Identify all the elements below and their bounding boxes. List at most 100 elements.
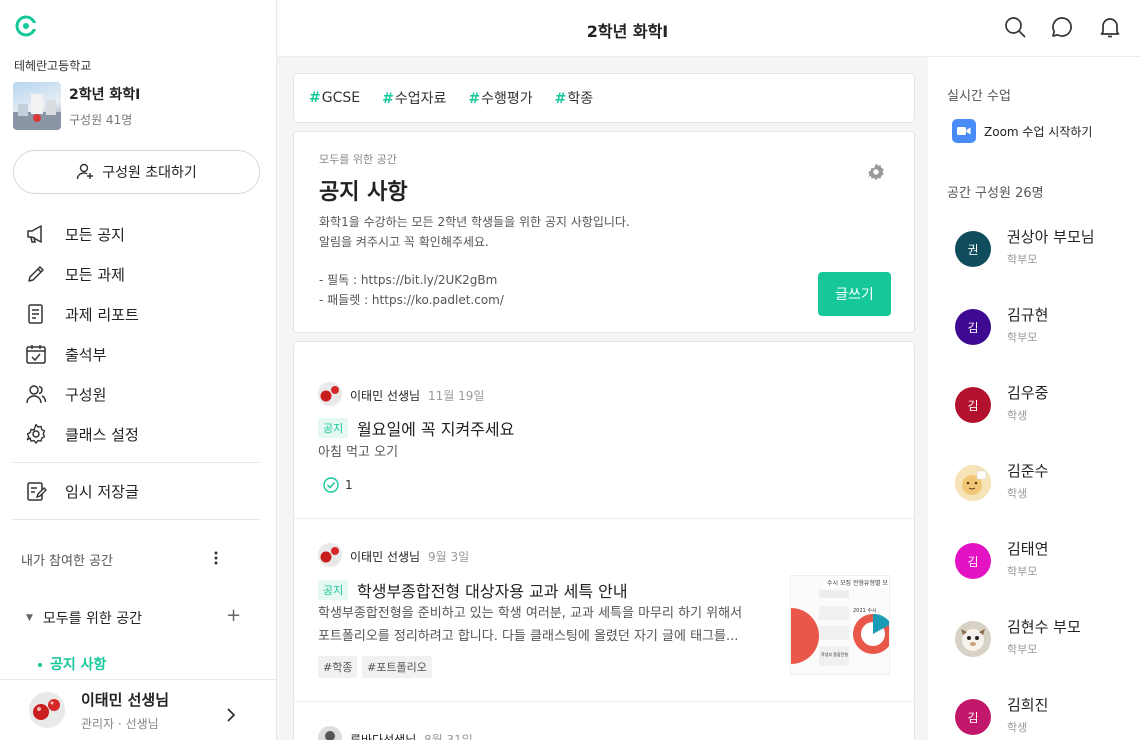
sidebar-menu: 모든 공지 모든 과제 과제 리포트 출석부 구성원 클래스 설정	[0, 214, 276, 454]
post-title[interactable]: 월요일에 꼭 지켜주세요	[357, 416, 514, 440]
post-date: 8월 31일	[424, 733, 473, 740]
member-item[interactable]: 김 김규현 학부모	[955, 306, 1135, 349]
classting-logo-icon[interactable]	[14, 14, 38, 38]
sidebar-item-attendance[interactable]: 출석부	[0, 334, 276, 374]
avatar: 권	[955, 231, 991, 267]
post-author[interactable]: 류바다선생님	[350, 731, 416, 740]
active-dot-icon	[38, 663, 42, 667]
caret-down-icon: ▼	[26, 613, 33, 623]
space-group-label: 모두를 위한 공간	[42, 611, 142, 627]
avatar	[955, 465, 991, 501]
member-role: 학부모	[1007, 643, 1038, 656]
add-space-icon[interactable]: +	[226, 605, 241, 626]
link-bitly[interactable]: - 필독 : https://bit.ly/2UK2gBm	[319, 270, 504, 290]
sidebar-divider	[12, 462, 260, 463]
hashtag-hakjong[interactable]: #학종	[555, 88, 594, 108]
member-item[interactable]: 김현수 부모 학부모	[955, 618, 1135, 661]
notice-badge: 공지	[318, 580, 349, 600]
space-links: - 필독 : https://bit.ly/2UK2gBm - 패들렛 : ht…	[319, 270, 504, 310]
post-author[interactable]: 이태민 선생님	[350, 548, 420, 565]
live-class-title: 실시간 수업	[947, 89, 1011, 104]
avatar: 김	[955, 699, 991, 735]
post-item[interactable]: 이태민 선생님 9월 3일 공지 학생부종합전형 대상자용 교과 세특 안내 학…	[294, 519, 914, 701]
draft-icon	[24, 479, 48, 503]
post-item[interactable]: 류바다선생님 8월 31일	[294, 702, 914, 740]
space-item-label: 공지 사항	[50, 657, 107, 673]
member-item[interactable]: 김 김희진 학생	[955, 696, 1135, 739]
thumb-text: 2021 수시	[853, 608, 877, 614]
pencil-icon	[24, 262, 48, 286]
school-name: 테헤란고등학교	[14, 59, 92, 73]
member-item[interactable]: 김 김태연 학부모	[955, 540, 1135, 583]
sidebar-item-label: 과제 리포트	[65, 305, 139, 324]
avatar	[318, 726, 342, 740]
chat-icon[interactable]	[1050, 15, 1074, 39]
notice-badge: 공지	[318, 418, 349, 438]
member-role: 학생	[1007, 487, 1028, 500]
top-header: 2학년 화학I	[277, 0, 1140, 57]
link-padlet[interactable]: - 패들렛 : https://ko.padlet.com/	[319, 290, 504, 310]
member-name: 김현수 부모	[1007, 618, 1081, 636]
zoom-label: Zoom 수업 시작하기	[984, 124, 1093, 139]
search-icon[interactable]	[1003, 15, 1027, 39]
member-name: 권상아 부모님	[1007, 228, 1095, 246]
main-content: #GCSE #수업자료 #수행평가 #학종 모두를 위한 공간 공지 사항 화학…	[277, 57, 928, 740]
sidebar-item-label: 모든 공지	[65, 225, 125, 244]
space-item-notice[interactable]: 공지 사항	[38, 654, 106, 674]
member-role: 학부모	[1007, 565, 1038, 578]
report-icon	[24, 302, 48, 326]
hashtag-performance-assessment[interactable]: #수행평가	[468, 88, 532, 108]
member-role: 학생	[1007, 721, 1028, 734]
avatar	[318, 382, 342, 406]
hashtag-gcse[interactable]: #GCSE	[309, 90, 360, 106]
sidebar-item-all-notices[interactable]: 모든 공지	[0, 214, 276, 254]
post-hashtag[interactable]: #학종	[318, 656, 358, 678]
post-date: 9월 3일	[428, 550, 470, 564]
member-role: 학부모	[1007, 331, 1038, 344]
post-body: 아침 먹고 오기	[318, 445, 399, 460]
avatar	[955, 621, 991, 657]
space-group-toggle[interactable]: ▼ 모두를 위한 공간 +	[26, 605, 246, 628]
sidebar-item-members[interactable]: 구성원	[0, 374, 276, 414]
hashtag-class-materials[interactable]: #수업자료	[382, 88, 446, 108]
user-profile-bar[interactable]: 이태민 선생님 관리자 · 선생님	[0, 679, 276, 740]
sidebar-item-all-assignments[interactable]: 모든 과제	[0, 254, 276, 294]
sidebar-item-assignment-report[interactable]: 과제 리포트	[0, 294, 276, 334]
read-check[interactable]: 1	[323, 477, 353, 493]
post-date: 11월 19일	[428, 389, 485, 403]
member-name: 김규현	[1007, 306, 1049, 324]
thumb-text: 수시 모집 전형유형별 모	[827, 579, 888, 587]
space-description: 화학1을 수강하는 모든 2학년 학생들을 위한 공지 사항입니다. 알림을 켜…	[319, 215, 630, 249]
class-card[interactable]: 2학년 화학I 구성원 41명	[13, 82, 140, 130]
sidebar-item-drafts[interactable]: 임시 저장글	[0, 471, 276, 511]
sidebar-item-label: 임시 저장글	[65, 482, 139, 501]
post-item[interactable]: 이태민 선생님 11월 19일 공지 월요일에 꼭 지켜주세요 아침 먹고 오기…	[294, 342, 914, 518]
notification-bell-icon[interactable]	[1098, 15, 1122, 39]
sidebar-item-label: 출석부	[65, 345, 107, 364]
post-hashtag[interactable]: #포트폴리오	[362, 656, 432, 678]
space-settings-gear-icon[interactable]	[866, 162, 886, 182]
start-zoom-class-button[interactable]: Zoom 수업 시작하기	[952, 119, 1092, 143]
space-members-title: 공간 구성원 26명	[947, 186, 1044, 201]
megaphone-icon	[24, 222, 48, 246]
member-item[interactable]: 김 김우중 학생	[955, 384, 1135, 427]
member-item[interactable]: 권 권상아 부모님 학부모	[955, 228, 1135, 271]
hashtag-bar: #GCSE #수업자료 #수행평가 #학종	[293, 73, 915, 123]
sidebar-divider	[12, 519, 260, 520]
sidebar-item-label: 구성원	[65, 385, 107, 404]
member-name: 김희진	[1007, 696, 1049, 714]
post-author[interactable]: 이태민 선생님	[350, 387, 420, 404]
invite-members-button[interactable]: 구성원 초대하기	[13, 150, 260, 194]
video-camera-icon	[952, 119, 976, 143]
member-name: 김우중	[1007, 384, 1049, 402]
user-role: 관리자 · 선생님	[81, 716, 159, 731]
invite-members-label: 구성원 초대하기	[102, 165, 197, 181]
sidebar-item-class-settings[interactable]: 클래스 설정	[0, 414, 276, 454]
member-item[interactable]: 김준수 학생	[955, 462, 1135, 505]
post-title[interactable]: 학생부종합전형 대상자용 교과 세특 안내	[357, 578, 628, 602]
write-post-button[interactable]: 글쓰기	[818, 272, 891, 316]
sidebar: 테헤란고등학교 2학년 화학I 구성원 41명 구성원 초대하기 모든 공지 모…	[0, 0, 277, 740]
more-options-icon[interactable]	[209, 548, 223, 568]
post-body: 학생부종합전형을 준비하고 있는 학생 여러분, 교과 세특을 마무리 하기 위…	[318, 606, 743, 644]
post-thumbnail[interactable]: 수시 모집 전형유형별 모 2021 수시 학생부 종합전형	[790, 575, 890, 675]
